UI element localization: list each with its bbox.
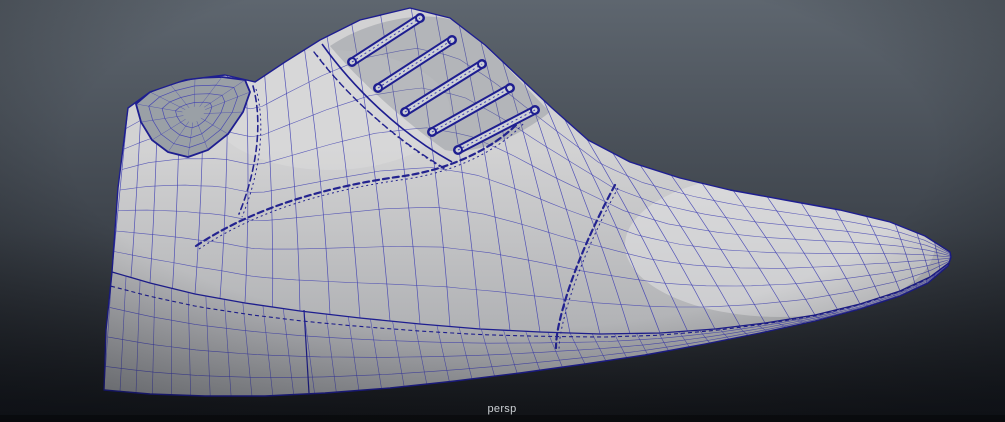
viewport-canvas[interactable]: persp <box>0 0 1005 422</box>
maya-viewport[interactable]: persp <box>0 0 1005 422</box>
camera-label: persp <box>487 403 516 415</box>
viewport-edge-shadow <box>0 415 1005 422</box>
